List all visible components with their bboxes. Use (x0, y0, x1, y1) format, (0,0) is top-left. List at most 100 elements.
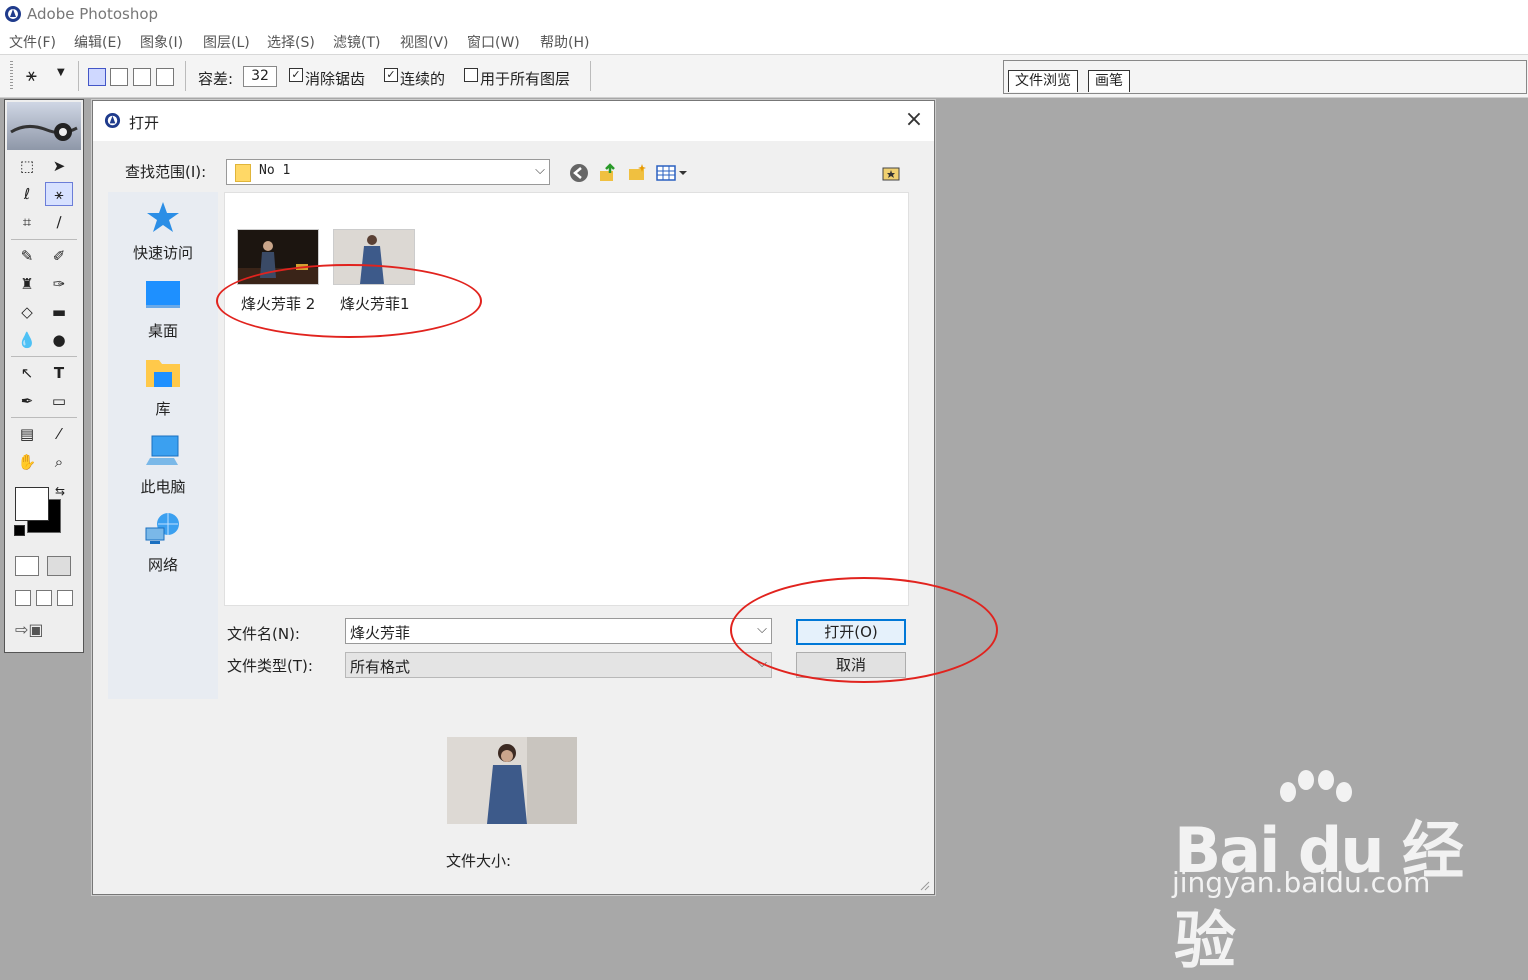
brush-tool-icon[interactable]: ✐ (45, 244, 73, 268)
slice-tool-icon[interactable]: ∕ (45, 210, 73, 234)
watermark-url: jingyan.baidu.com (1172, 866, 1431, 899)
filename-value: 烽火芳菲 (350, 624, 411, 642)
place-network[interactable]: 网络 (108, 510, 218, 575)
eraser-tool-icon[interactable]: ◇ (13, 300, 41, 324)
swap-colors-icon[interactable]: ⇆ (55, 484, 65, 498)
toolbox-logo (7, 102, 81, 150)
resize-grip-icon[interactable] (918, 879, 930, 891)
file-name[interactable]: 烽火芳菲 2 (241, 293, 315, 314)
dialog-title: 打开 (129, 114, 160, 132)
file-name[interactable]: 烽火芳菲1 (340, 293, 410, 314)
place-desktop[interactable]: 桌面 (108, 276, 218, 341)
subtract-selection-icon[interactable] (133, 68, 151, 86)
place-quick-access[interactable]: 快速访问 (108, 198, 218, 263)
computer-icon (146, 435, 179, 465)
photoshop-app-icon (104, 112, 121, 129)
new-selection-icon[interactable] (88, 68, 106, 86)
up-folder-icon[interactable] (598, 163, 618, 183)
zoom-tool-icon[interactable]: ⌕ (45, 450, 73, 474)
app-title-bar: Adobe Photoshop (0, 0, 1528, 28)
cancel-button[interactable]: 取消 (796, 652, 906, 678)
filetype-dropdown[interactable]: 所有格式 ⌵ (345, 652, 772, 678)
close-icon[interactable]: × (903, 109, 925, 131)
hand-tool-icon[interactable]: ✋ (13, 450, 41, 474)
move-tool-icon[interactable]: ➤ (45, 154, 73, 178)
menu-help[interactable]: 帮助(H) (540, 32, 589, 52)
magic-wand-tool-icon[interactable]: ⚹ (45, 182, 73, 206)
preview-image (447, 737, 577, 824)
place-this-pc[interactable]: 此电脑 (108, 432, 218, 497)
place-label: 库 (155, 400, 171, 418)
file-thumbnail-image (238, 230, 318, 284)
path-select-icon[interactable]: ↖ (13, 361, 41, 385)
file-thumbnail[interactable] (237, 229, 319, 285)
filetype-value: 所有格式 (350, 658, 411, 676)
gradient-tool-icon[interactable]: ▬ (45, 300, 73, 324)
look-in-label: 查找范围(I): (125, 163, 207, 181)
pen-tool-icon[interactable]: ✒ (13, 389, 41, 413)
folder-icon (235, 164, 251, 182)
menu-image[interactable]: 图象(I) (140, 32, 183, 52)
menu-file[interactable]: 文件(F) (9, 32, 56, 52)
filename-label: 文件名(N): (227, 625, 300, 643)
quick-mask-mode-icon[interactable] (47, 556, 71, 576)
app-title: Adobe Photoshop (27, 5, 159, 23)
eyedropper-tool-icon[interactable]: ⁄ (45, 422, 73, 446)
notes-tool-icon[interactable]: ▤ (13, 422, 41, 446)
chevron-down-icon[interactable]: ⌵ (757, 622, 767, 637)
options-bar-grip[interactable] (10, 61, 13, 91)
shape-tool-icon[interactable]: ▭ (45, 389, 73, 413)
file-list[interactable]: 烽火芳菲 2 烽火芳菲1 (224, 192, 909, 606)
dodge-tool-icon[interactable]: ● (45, 328, 73, 352)
eye-logo-icon (10, 123, 78, 141)
tolerance-input[interactable]: 32 (243, 66, 277, 87)
add-selection-icon[interactable] (110, 68, 128, 86)
type-tool-icon[interactable]: T (45, 361, 73, 385)
blur-tool-icon[interactable]: 💧 (13, 328, 41, 352)
antialias-checkbox[interactable]: ✓ (289, 68, 303, 82)
history-brush-icon[interactable]: ✑ (45, 272, 73, 296)
menu-filter[interactable]: 滤镜(T) (333, 32, 380, 52)
file-thumbnail[interactable] (333, 229, 415, 285)
crop-tool-icon[interactable]: ⌗ (13, 210, 41, 234)
foreground-color-swatch[interactable] (15, 487, 49, 521)
back-icon[interactable] (569, 163, 589, 183)
menu-window[interactable]: 窗口(W) (467, 32, 520, 52)
marquee-tool-icon[interactable]: ⬚ (13, 154, 41, 178)
filename-input[interactable]: 烽火芳菲 ⌵ (345, 618, 772, 644)
place-libraries[interactable]: 库 (108, 354, 218, 419)
photoshop-app-icon (5, 6, 21, 22)
look-in-dropdown[interactable]: No 1 ⌵ (226, 159, 550, 185)
place-label: 此电脑 (140, 478, 186, 496)
open-button[interactable]: 打开(O) (796, 619, 906, 645)
preset-dropdown-icon[interactable]: ▼ (57, 67, 65, 78)
jump-to-imageready-icon[interactable]: ⇨▣ (15, 620, 73, 642)
screen-mode-full-icon[interactable] (57, 590, 73, 606)
lasso-tool-icon[interactable]: ℓ (13, 182, 41, 206)
folder-star-icon[interactable] (881, 163, 901, 183)
tab-file-browser[interactable]: 文件浏览 (1008, 70, 1078, 92)
magic-wand-preset-icon[interactable]: ⚹ (26, 65, 48, 87)
desktop-icon (146, 281, 180, 308)
menu-layer[interactable]: 图层(L) (203, 32, 250, 52)
all-layers-checkbox[interactable] (464, 68, 478, 82)
healing-brush-icon[interactable]: ✎ (13, 244, 41, 268)
new-folder-icon[interactable] (627, 163, 647, 183)
intersect-selection-icon[interactable] (156, 68, 174, 86)
chevron-down-icon: ⌵ (535, 163, 545, 178)
menu-view[interactable]: 视图(V) (400, 32, 449, 52)
menu-edit[interactable]: 编辑(E) (74, 32, 122, 52)
screen-mode-full-menu-icon[interactable] (36, 590, 52, 606)
tab-brushes[interactable]: 画笔 (1088, 70, 1130, 92)
library-folder-icon (146, 360, 180, 387)
view-menu-icon[interactable] (655, 163, 689, 183)
clone-stamp-icon[interactable]: ♜ (13, 272, 41, 296)
antialias-label: 消除锯齿 (305, 70, 366, 88)
standard-mode-icon[interactable] (15, 556, 39, 576)
menu-bar: 文件(F) 编辑(E) 图象(I) 图层(L) 选择(S) 滤镜(T) 视图(V… (0, 28, 1528, 55)
screen-mode-standard-icon[interactable] (15, 590, 31, 606)
default-colors-icon[interactable] (14, 525, 25, 536)
star-icon (147, 202, 179, 232)
contiguous-checkbox[interactable]: ✓ (384, 68, 398, 82)
menu-select[interactable]: 选择(S) (267, 32, 315, 52)
